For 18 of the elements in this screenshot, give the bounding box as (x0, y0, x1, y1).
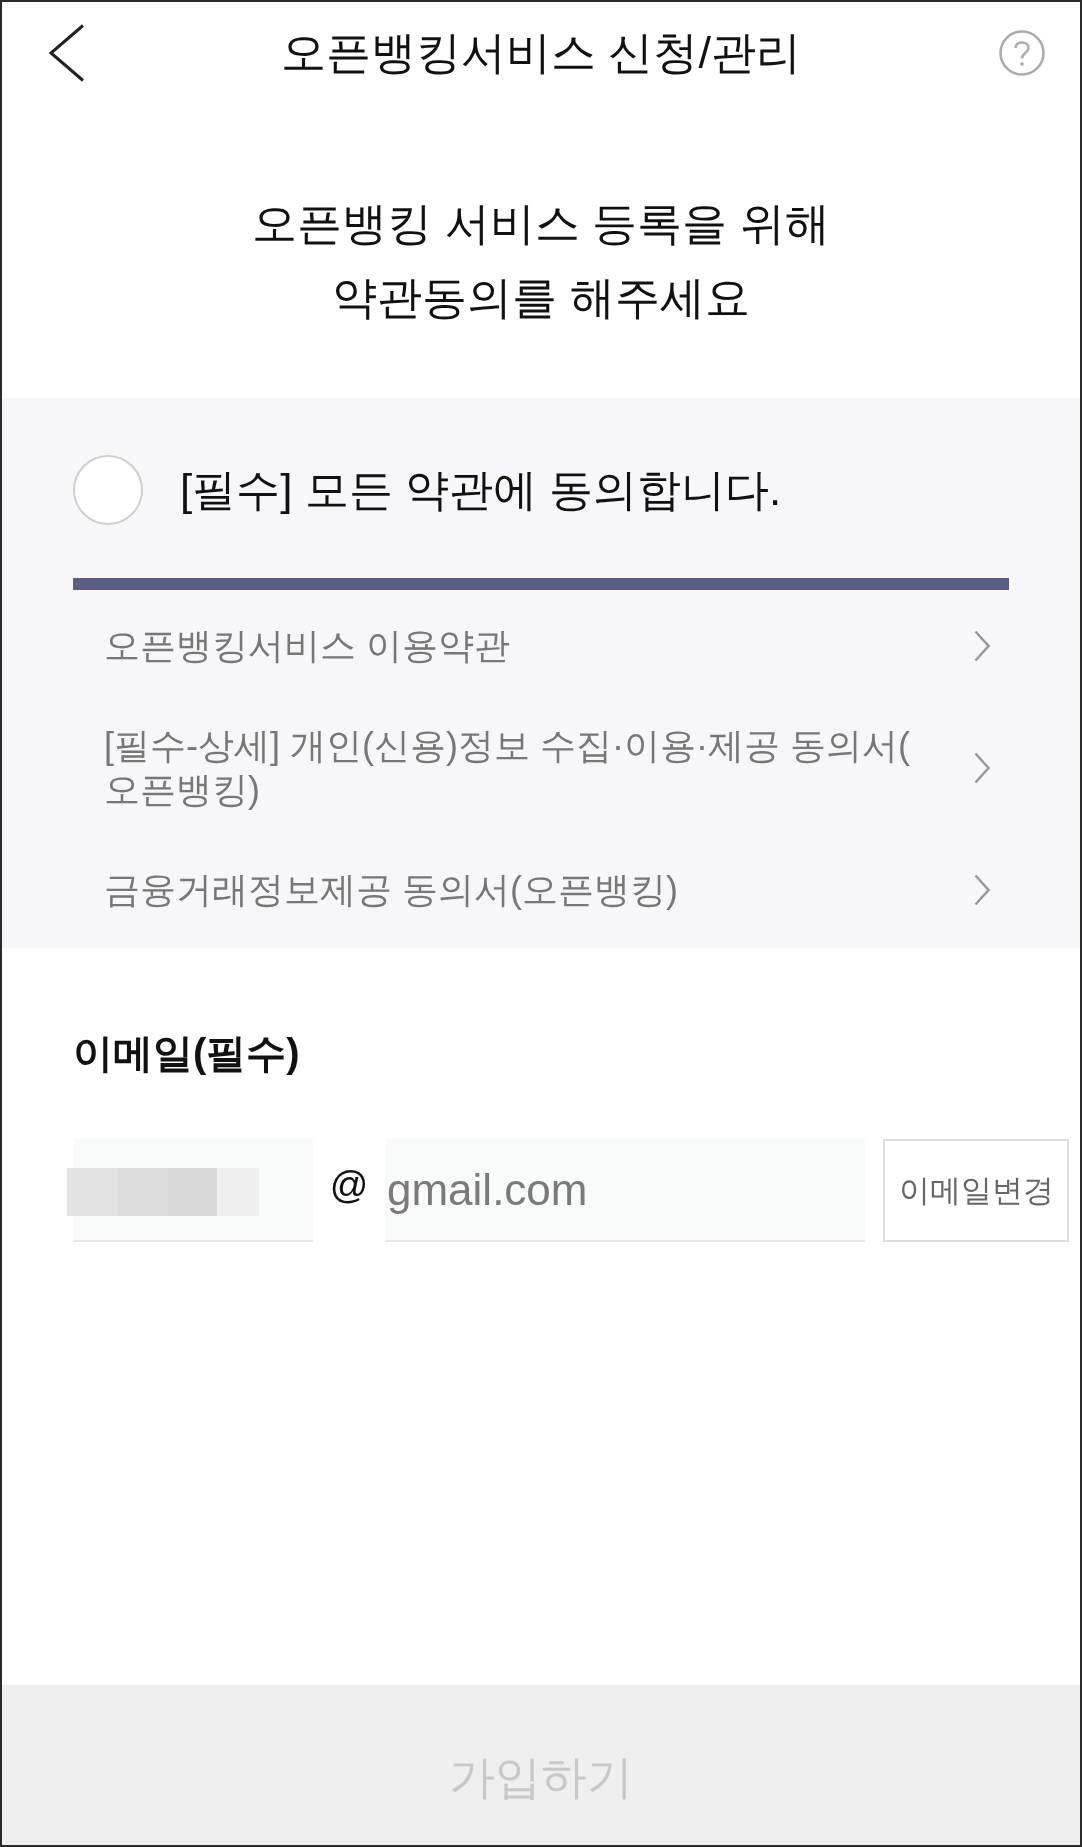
intro-heading: 오픈뱅킹 서비스 등록을 위해 약관동의를 해주세요 (251, 197, 831, 325)
chevron-right-icon (974, 630, 990, 662)
change-email-button[interactable]: 이메일변경 (883, 1139, 1069, 1242)
terms-item[interactable]: 오픈뱅킹서비스 이용약관 (73, 596, 1009, 696)
chevron-left-icon (48, 24, 85, 82)
page-title: 오픈뱅킹서비스 신청/관리 (281, 26, 801, 80)
email-domain-field[interactable]: gmail.com (385, 1139, 865, 1242)
back-button[interactable] (48, 24, 85, 82)
chevron-right-icon (974, 874, 990, 906)
help-button[interactable] (999, 30, 1045, 76)
at-sign: @ (328, 1164, 370, 1207)
chevron-right-icon (974, 752, 990, 784)
terms-item[interactable]: [필수-상세] 개인(신용)정보 수집·이용·제공 동의서(오픈뱅킹) (73, 696, 1009, 840)
email-label: 이메일(필수) (73, 1030, 300, 1077)
agree-all-label: [필수] 모든 약관에 동의합니다. (180, 463, 782, 516)
pixelated-redaction-icon (67, 1168, 259, 1216)
terms-item[interactable]: 금융거래정보제공 동의서(오픈뱅킹) (73, 840, 1009, 940)
help-icon (999, 30, 1045, 76)
